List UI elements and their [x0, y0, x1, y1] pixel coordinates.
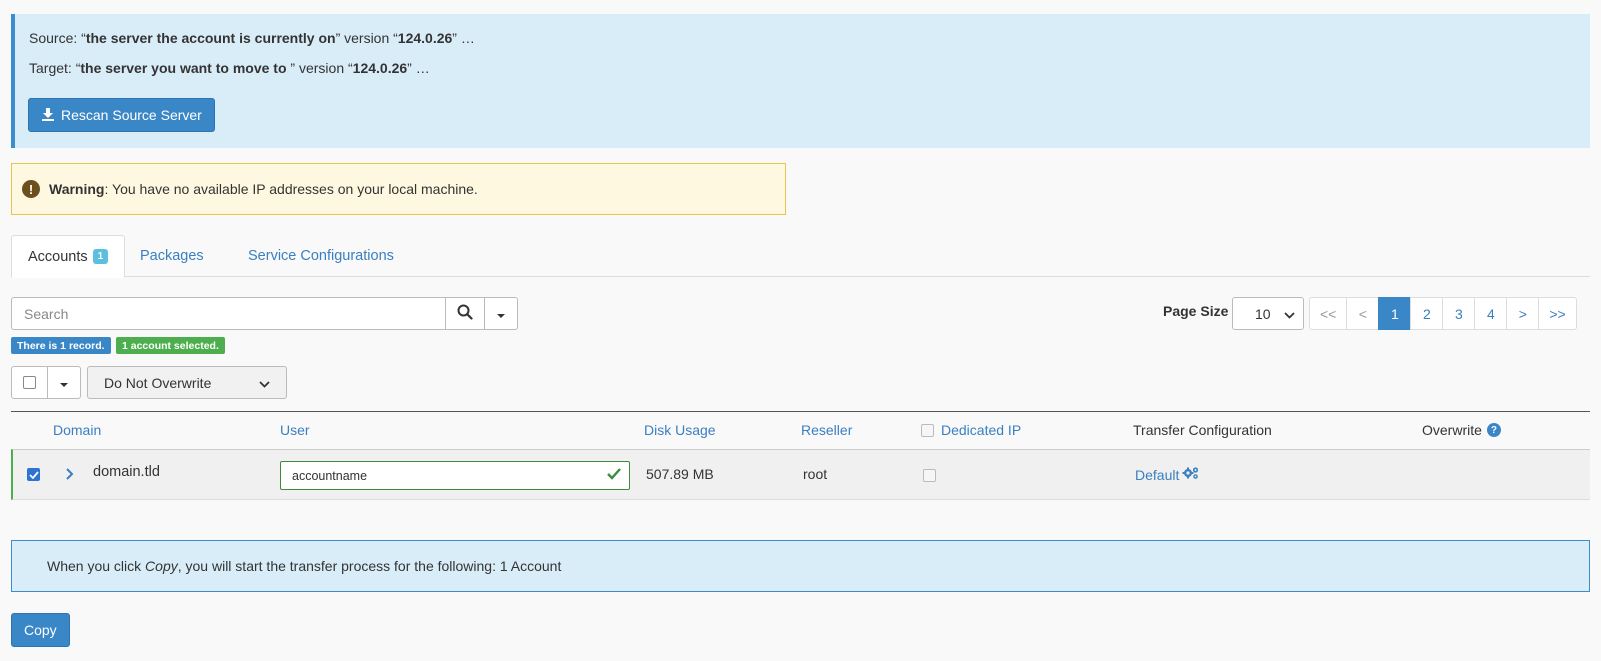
warning-title: Warning	[49, 181, 105, 197]
first-page-button[interactable]: <<	[1309, 297, 1348, 330]
expand-chevron-icon[interactable]	[65, 467, 75, 484]
page-4-button[interactable]: 4	[1474, 297, 1508, 330]
chevron-down-icon	[1284, 306, 1295, 322]
next-page-button[interactable]: >	[1506, 297, 1540, 330]
page-3-button[interactable]: 3	[1442, 297, 1476, 330]
select-all-checkbox[interactable]	[23, 376, 36, 389]
prev-page-button[interactable]: <	[1346, 297, 1380, 330]
warning-alert: ! Warning: You have no available IP addr…	[11, 163, 786, 215]
tab-accounts-label: Accounts	[28, 248, 88, 265]
table-row: domain.tld accountname 507.89 MB root De…	[11, 449, 1590, 500]
help-icon[interactable]: ?	[1486, 423, 1501, 437]
overwrite-column-header: Overwrite ?	[1422, 422, 1501, 438]
row-select-checkbox[interactable]	[27, 468, 40, 481]
row-reseller: root	[803, 466, 828, 482]
tab-packages-label: Packages	[140, 248, 204, 264]
target-prefix: Target: “	[29, 60, 81, 76]
transfer-configuration-link[interactable]: Default	[1135, 466, 1200, 483]
chevron-down-icon	[259, 375, 270, 391]
copy-info-emph: Copy	[145, 558, 178, 574]
transfer-configuration-column-header: Transfer Configuration	[1133, 422, 1272, 438]
page-2-button[interactable]: 2	[1410, 297, 1444, 330]
source-prefix: Source: “	[29, 30, 86, 46]
search-group	[11, 297, 518, 330]
row-domain: domain.tld	[93, 464, 160, 480]
gears-icon	[1182, 466, 1200, 483]
overwrite-select[interactable]: Do Not Overwrite	[87, 366, 287, 399]
disk-usage-column-header[interactable]: Disk Usage	[644, 422, 716, 438]
selected-count-badge: 1 account selected.	[116, 337, 225, 354]
exclamation-icon: !	[22, 180, 40, 198]
page-1-button[interactable]: 1	[1378, 297, 1412, 330]
dedicated-ip-all-checkbox	[921, 423, 934, 437]
warning-message: : You have no available IP addresses on …	[104, 181, 478, 197]
source-server-name: the server the account is currently on	[85, 30, 336, 46]
page-size-value: 10	[1255, 305, 1271, 322]
copy-info-alert: When you click Copy, you will start the …	[11, 540, 1590, 592]
accounts-table-header: Domain User Disk Usage Reseller Dedicate…	[11, 411, 1590, 449]
source-version: 124.0.26	[397, 30, 453, 46]
target-suffix: ” …	[407, 60, 430, 76]
rescan-label: Rescan Source Server	[61, 107, 202, 123]
source-suffix: ” …	[452, 30, 475, 46]
overwrite-select-value: Do Not Overwrite	[104, 374, 212, 391]
row-disk-usage: 507.89 MB	[646, 466, 714, 482]
row-dedicated-ip-checkbox	[923, 469, 936, 482]
source-line: Source: “the server the account is curre…	[29, 30, 475, 46]
pagination: << < 1 2 3 4 > >>	[1309, 297, 1577, 330]
source-mid: ” version “	[335, 30, 398, 46]
overwrite-header-label: Overwrite	[1422, 422, 1482, 438]
accounts-count-badge: 1	[92, 249, 109, 264]
target-server-name: the server you want to move to	[80, 60, 291, 76]
checkmark-icon	[607, 468, 621, 483]
domain-column-header[interactable]: Domain	[53, 422, 101, 438]
user-input[interactable]: accountname	[280, 461, 630, 490]
tab-packages[interactable]: Packages	[124, 235, 220, 277]
copy-button[interactable]: Copy	[11, 613, 70, 647]
download-icon	[41, 107, 61, 124]
select-all-checkbox-wrap	[11, 366, 48, 399]
dedicated-ip-header-label: Dedicated IP	[941, 422, 1022, 438]
tab-accounts[interactable]: Accounts 1	[11, 235, 126, 278]
search-input[interactable]	[11, 297, 445, 330]
search-options-dropdown[interactable]	[485, 297, 518, 330]
transfer-info-panel: Source: “the server the account is curre…	[11, 14, 1590, 148]
select-options-dropdown[interactable]	[48, 366, 81, 399]
search-icon	[457, 304, 473, 323]
user-input-value: accountname	[292, 468, 368, 483]
target-line: Target: “the server you want to move to …	[29, 60, 430, 76]
last-page-button[interactable]: >>	[1538, 297, 1577, 330]
records-count-badge: There is 1 record.	[11, 337, 111, 354]
dedicated-ip-column-header[interactable]: Dedicated IP	[921, 422, 1021, 438]
tab-service-configurations-label: Service Configurations	[248, 248, 394, 264]
caret-down-icon	[59, 375, 69, 391]
search-button[interactable]	[445, 297, 485, 330]
reseller-column-header[interactable]: Reseller	[801, 422, 852, 438]
page-size-select[interactable]: 10	[1232, 297, 1304, 330]
tab-service-configurations[interactable]: Service Configurations	[232, 235, 410, 277]
page-size-label: Page Size	[1163, 303, 1229, 319]
user-column-header[interactable]: User	[280, 422, 310, 438]
caret-down-icon	[496, 306, 506, 322]
copy-info-suffix: , you will start the transfer process fo…	[177, 558, 562, 574]
transfer-configuration-label: Default	[1135, 466, 1180, 483]
tab-bar: Accounts 1 Packages Service Configuratio…	[11, 235, 1590, 278]
rescan-source-server-button[interactable]: Rescan Source Server	[28, 98, 215, 132]
target-mid: ” version “	[290, 60, 353, 76]
target-version: 124.0.26	[352, 60, 408, 76]
copy-info-prefix: When you click	[47, 558, 142, 574]
